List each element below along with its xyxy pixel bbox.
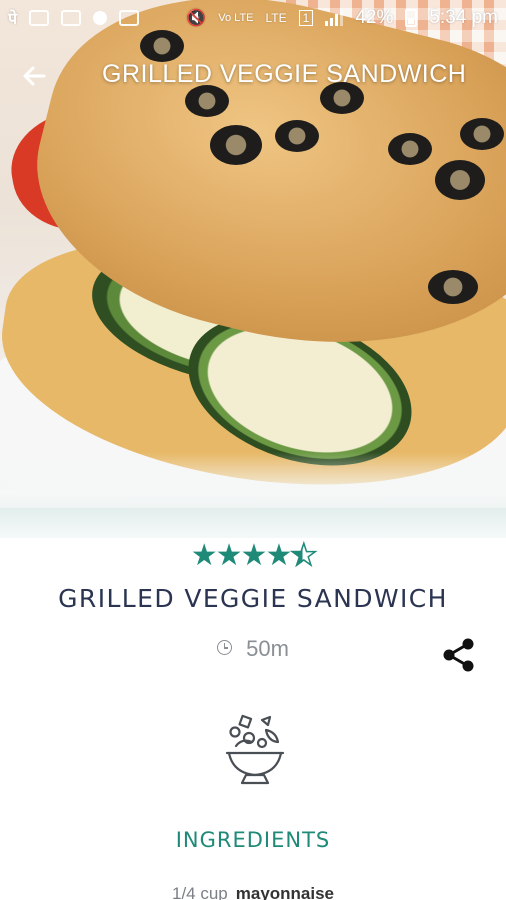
back-button[interactable] [18,62,50,92]
battery-icon [405,9,418,27]
ingredient-name: mayonnaise [235,884,335,900]
app-bar-title: GRILLED VEGGIE SANDWICH [102,60,467,88]
star-full-icon: ★ [215,539,243,572]
hero-divider [0,508,506,538]
star-full-icon: ★ [240,539,268,572]
olive-slice [210,125,262,165]
volte-label: Vo LTE [218,11,254,24]
olive-slice [460,118,504,150]
clock-icon [217,640,233,655]
olive-slice [388,133,432,165]
network-label: LTE [265,11,287,25]
hero-fade [0,452,506,512]
star-half-icon: ★ [290,539,318,573]
salad-bowl-icon [222,713,288,789]
status-system: 🔇 Vo LTE LTE 1 42% 5:34 pm [186,7,498,29]
olive-slice [435,160,485,200]
ingredients-heading: INGREDIENTS [175,828,331,852]
share-icon [443,638,474,672]
battery-percent: 42% [355,7,394,28]
cook-time: 50m [0,636,506,662]
olive-slice [428,270,478,304]
mute-icon: 🔇 [186,10,207,27]
ingredient-item: 1/4 cup mayonnaise [0,884,506,900]
image-icon [61,10,82,26]
app-bar: GRILLED VEGGIE SANDWICH [0,52,506,102]
status-bar: पे 🔇 Vo LTE LTE 1 42% 5:34 pm [0,0,506,36]
olive-slice [275,120,319,152]
sim-label: 1 [298,10,314,26]
signal-icon [325,10,344,26]
gmail-icon [119,10,140,26]
notification-icon: पे [8,11,18,28]
recipe-title: GRILLED VEGGIE SANDWICH [58,584,448,613]
clock-time: 5:34 pm [429,7,498,28]
cook-time-value: 50m [246,636,289,661]
ingredient-quantity: 1/4 cup [171,884,228,900]
star-full-icon: ★ [265,539,292,572]
share-button[interactable] [440,636,478,674]
star-full-icon: ★ [190,539,218,572]
rating-stars: ★★★★★ [0,539,506,573]
mail-icon [29,10,50,26]
message-icon [93,11,108,25]
back-arrow-icon [23,66,46,86]
status-notifications: पे [8,7,140,29]
